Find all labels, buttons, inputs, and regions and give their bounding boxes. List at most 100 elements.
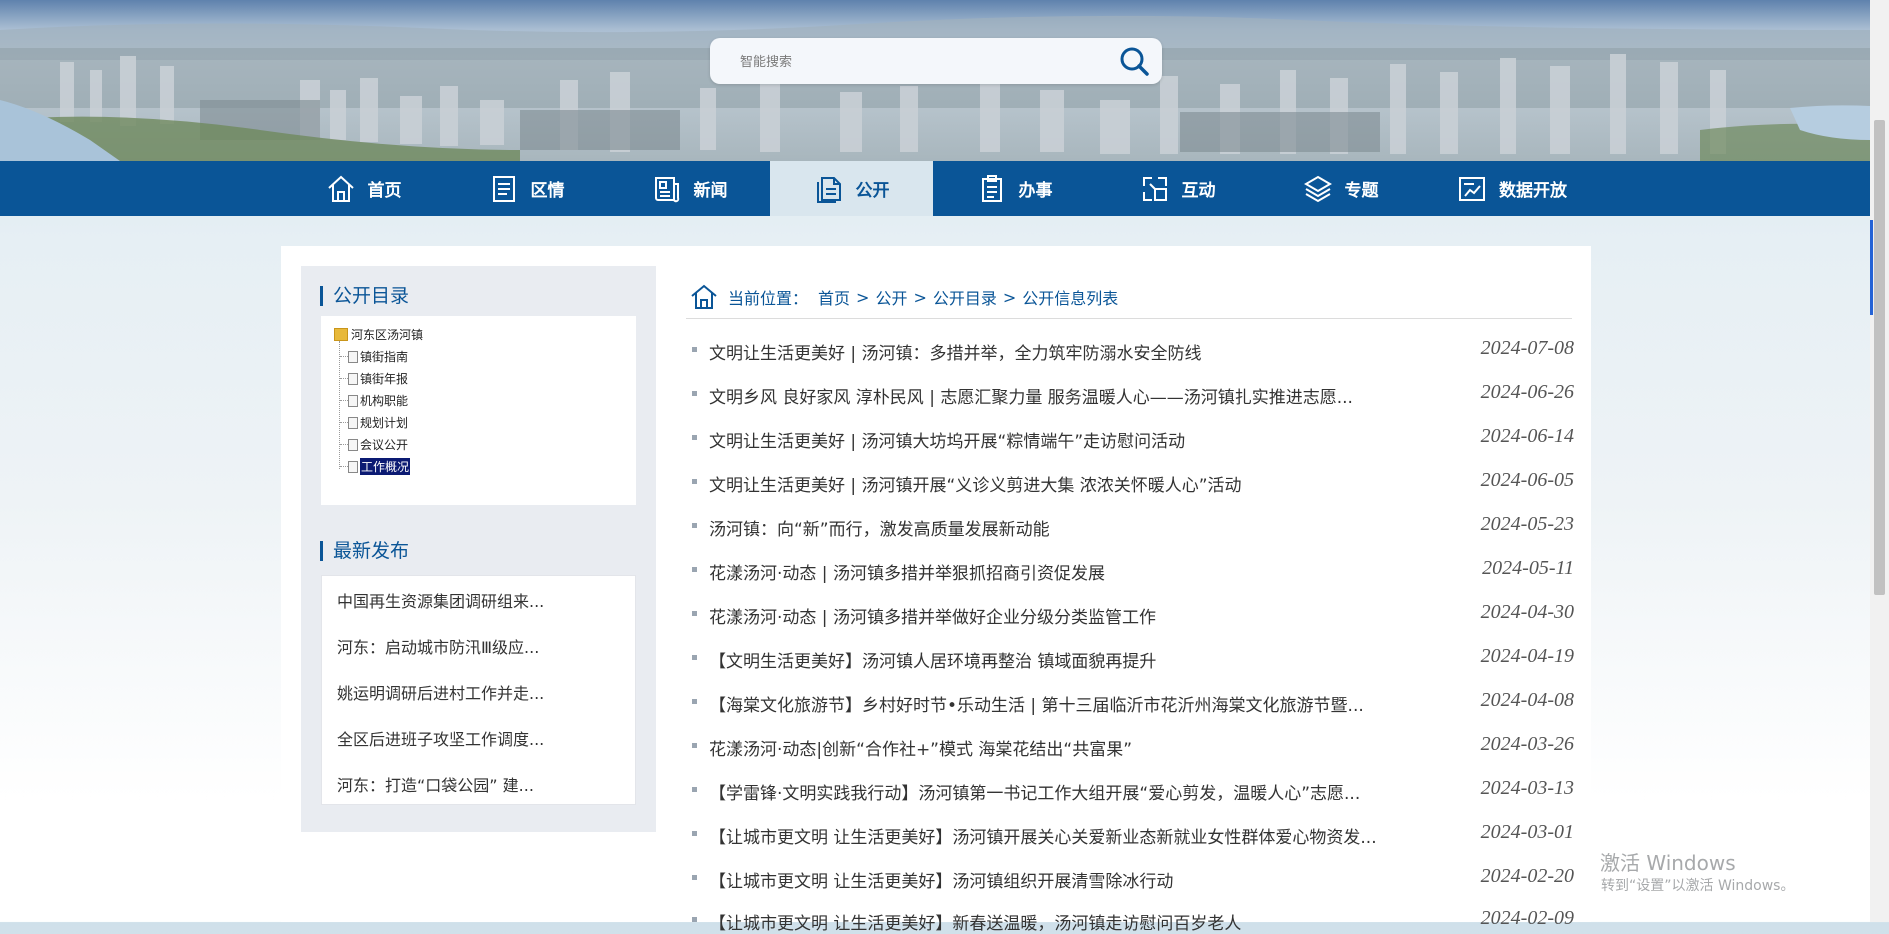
nav-item-open-data[interactable]: 数据开放: [1422, 161, 1602, 216]
article-row[interactable]: 汤河镇：向“新”而行，激发高质量发展新动能 2024-05-23: [690, 510, 1574, 540]
latest-item[interactable]: 河东：启动城市防汛Ⅲ级应...: [337, 634, 539, 658]
tree-item[interactable]: 镇街指南: [340, 348, 408, 365]
bullet-icon: [692, 743, 697, 748]
latest-title: 最新发布: [320, 541, 409, 561]
latest-item[interactable]: 全区后进班子攻坚工作调度...: [337, 726, 544, 750]
tree-item[interactable]: 机构职能: [340, 392, 408, 409]
article-date: 2024-06-26: [1480, 381, 1574, 403]
article-row[interactable]: 花漾汤河·动态 | 汤河镇多措并举狠抓招商引资促发展 2024-05-11: [690, 554, 1574, 584]
layers-icon: [1303, 175, 1332, 202]
bullet-icon: [692, 831, 697, 836]
article-title[interactable]: 文明让生活更美好 | 汤河镇开展“义诊义剪进大集 浓浓关怀暖人心”活动: [709, 471, 1242, 496]
bullet-icon: [692, 917, 697, 922]
breadcrumb-divider: [686, 318, 1572, 319]
bullet-icon: [692, 875, 697, 880]
windows-activation-watermark: 激活 Windows: [1600, 851, 1736, 875]
article-row[interactable]: 花漾汤河·动态|创新“合作社+”模式 海棠花结出“共富果” 2024-03-26: [690, 730, 1574, 760]
article-date: 2024-03-13: [1480, 777, 1574, 799]
article-row[interactable]: 文明让生活更美好 | 汤河镇：多措并举，全力筑牢防溺水安全防线 2024-07-0…: [690, 334, 1574, 364]
tree-root-label: 河东区汤河镇: [351, 328, 424, 342]
bullet-icon: [692, 655, 697, 660]
latest-item[interactable]: 河东：打造“口袋公园” 建...: [337, 772, 534, 796]
document-icon: [348, 350, 358, 363]
windows-activation-hint: 转到“设置”以激活 Windows。: [1601, 878, 1795, 894]
tree-item[interactable]: 会议公开: [340, 436, 408, 453]
article-title[interactable]: 【学雷锋·文明实践我行动】汤河镇第一书记工作大组开展“爱心剪发，温暖人心”志愿.…: [709, 779, 1360, 804]
article-date: 2024-06-14: [1480, 425, 1574, 447]
article-title[interactable]: 【海棠文化旅游节】乡村好时节•乐动生活 | 第十三届临沂市花沂州海棠文化旅游节暨…: [709, 691, 1364, 716]
article-row[interactable]: 【让城市更文明 让生活更美好】新春送温暖，汤河镇走访慰问百岁老人 2024-02-…: [690, 904, 1574, 934]
article-date: 2024-06-05: [1480, 469, 1574, 491]
article-row[interactable]: 花漾汤河·动态 | 汤河镇多措并举做好企业分级分类监管工作 2024-04-30: [690, 598, 1574, 628]
article-title[interactable]: 花漾汤河·动态 | 汤河镇多措并举狠抓招商引资促发展: [709, 559, 1105, 584]
home-icon: [691, 284, 717, 309]
nav-item-service[interactable]: 办事: [933, 161, 1096, 216]
catalog-title: 公开目录: [320, 286, 409, 306]
article-row[interactable]: 【文明生活更美好】汤河镇人居环境再整治 镇域面貌再提升 2024-04-19: [690, 642, 1574, 672]
tree-root[interactable]: 河东区汤河镇: [334, 326, 423, 343]
search-button[interactable]: [1116, 44, 1152, 78]
article-title[interactable]: 文明让生活更美好 | 汤河镇大坊坞开展“粽情端午”走访慰问活动: [709, 427, 1185, 452]
article-title[interactable]: 【让城市更文明 让生活更美好】汤河镇开展关心关爱新业态新就业女性群体爱心物资发.…: [709, 823, 1377, 848]
latest-item[interactable]: 姚运明调研后进村工作并走...: [337, 680, 544, 704]
tree-item-selected[interactable]: 工作概况: [340, 458, 411, 475]
breadcrumb-separator: >: [1002, 287, 1017, 307]
document-icon: [348, 394, 358, 407]
article-row[interactable]: 【学雷锋·文明实践我行动】汤河镇第一书记工作大组开展“爱心剪发，温暖人心”志愿.…: [690, 774, 1574, 804]
bullet-icon: [692, 479, 697, 484]
clipboard-icon: [981, 174, 1002, 202]
article-title[interactable]: 文明让生活更美好 | 汤河镇：多措并举，全力筑牢防溺水安全防线: [709, 339, 1202, 364]
search-icon: [1120, 47, 1149, 76]
breadcrumb-separator: >: [913, 287, 927, 307]
breadcrumb-catalog[interactable]: 公开目录: [933, 285, 997, 309]
page-scrollbar[interactable]: [1870, 0, 1889, 922]
tree-item[interactable]: 镇街年报: [340, 370, 408, 387]
breadcrumb-public[interactable]: 公开: [875, 285, 907, 309]
tree-item[interactable]: 规划计划: [340, 414, 408, 431]
home-icon: [327, 175, 354, 202]
breadcrumb-prefix: 当前位置：: [728, 289, 809, 308]
breadcrumb-home[interactable]: 首页: [818, 285, 850, 309]
document-icon: [492, 175, 515, 202]
breadcrumb-separator: >: [856, 287, 870, 307]
bullet-icon: [692, 567, 697, 572]
nav-item-interact[interactable]: 互动: [1096, 161, 1259, 216]
article-row[interactable]: 文明让生活更美好 | 汤河镇大坊坞开展“粽情端午”走访慰问活动 2024-06-1…: [690, 422, 1574, 452]
nav-item-topics[interactable]: 专题: [1259, 161, 1422, 216]
bullet-icon: [692, 391, 697, 396]
nav-item-news[interactable]: 新闻: [608, 161, 771, 216]
nav-label: 数据开放: [1499, 181, 1567, 201]
latest-item[interactable]: 中国再生资源集团调研组来...: [337, 588, 544, 612]
article-title[interactable]: 【让城市更文明 让生活更美好】汤河镇组织开展清雪除冰行动: [709, 867, 1173, 892]
article-row[interactable]: 【让城市更文明 让生活更美好】汤河镇组织开展清雪除冰行动 2024-02-20: [690, 862, 1574, 892]
nav-label: 专题: [1344, 181, 1379, 201]
article-title[interactable]: 花漾汤河·动态|创新“合作社+”模式 海棠花结出“共富果”: [709, 735, 1132, 760]
article-title[interactable]: 汤河镇：向“新”而行，激发高质量发展新动能: [709, 515, 1050, 540]
article-title[interactable]: 【文明生活更美好】汤河镇人居环境再整治 镇域面貌再提升: [709, 647, 1156, 672]
scrollbar-thumb[interactable]: [1874, 120, 1885, 595]
article-row[interactable]: 【让城市更文明 让生活更美好】汤河镇开展关心关爱新业态新就业女性群体爱心物资发.…: [690, 818, 1574, 848]
article-title[interactable]: 文明乡风 良好家风 淳朴民风 | 志愿汇聚力量 服务温暖人心——汤河镇扎实推进志…: [709, 383, 1353, 408]
article-row[interactable]: 文明让生活更美好 | 汤河镇开展“义诊义剪进大集 浓浓关怀暖人心”活动 2024-…: [690, 466, 1574, 496]
nav-label: 公开: [855, 181, 890, 201]
bullet-icon: [692, 523, 697, 528]
article-row[interactable]: 【海棠文化旅游节】乡村好时节•乐动生活 | 第十三届临沂市花沂州海棠文化旅游节暨…: [690, 686, 1574, 716]
article-title[interactable]: 花漾汤河·动态 | 汤河镇多措并举做好企业分级分类监管工作: [709, 603, 1156, 628]
article-date: 2024-03-01: [1480, 821, 1574, 843]
nav-item-home[interactable]: 首页: [282, 161, 445, 216]
breadcrumb-current[interactable]: 公开信息列表: [1022, 285, 1118, 309]
bullet-icon: [692, 435, 697, 440]
city-banner: [0, 0, 1870, 161]
article-row[interactable]: 文明乡风 良好家风 淳朴民风 | 志愿汇聚力量 服务温暖人心——汤河镇扎实推进志…: [690, 378, 1574, 408]
breadcrumb: 当前位置： 首页 > 公开 > 公开目录 > 公开信息列表: [690, 282, 1118, 312]
nav-item-public[interactable]: 公开: [770, 161, 933, 216]
nav-label: 新闻: [693, 181, 728, 201]
nav-item-district[interactable]: 区情: [445, 161, 608, 216]
article-date: 2024-05-11: [1482, 557, 1574, 579]
chart-icon: [1459, 176, 1485, 201]
search-input[interactable]: [738, 51, 1102, 73]
article-date: 2024-07-08: [1480, 337, 1574, 359]
catalog-tree: [321, 316, 636, 505]
document-icon: [348, 438, 358, 451]
article-date: 2024-04-19: [1480, 645, 1574, 667]
